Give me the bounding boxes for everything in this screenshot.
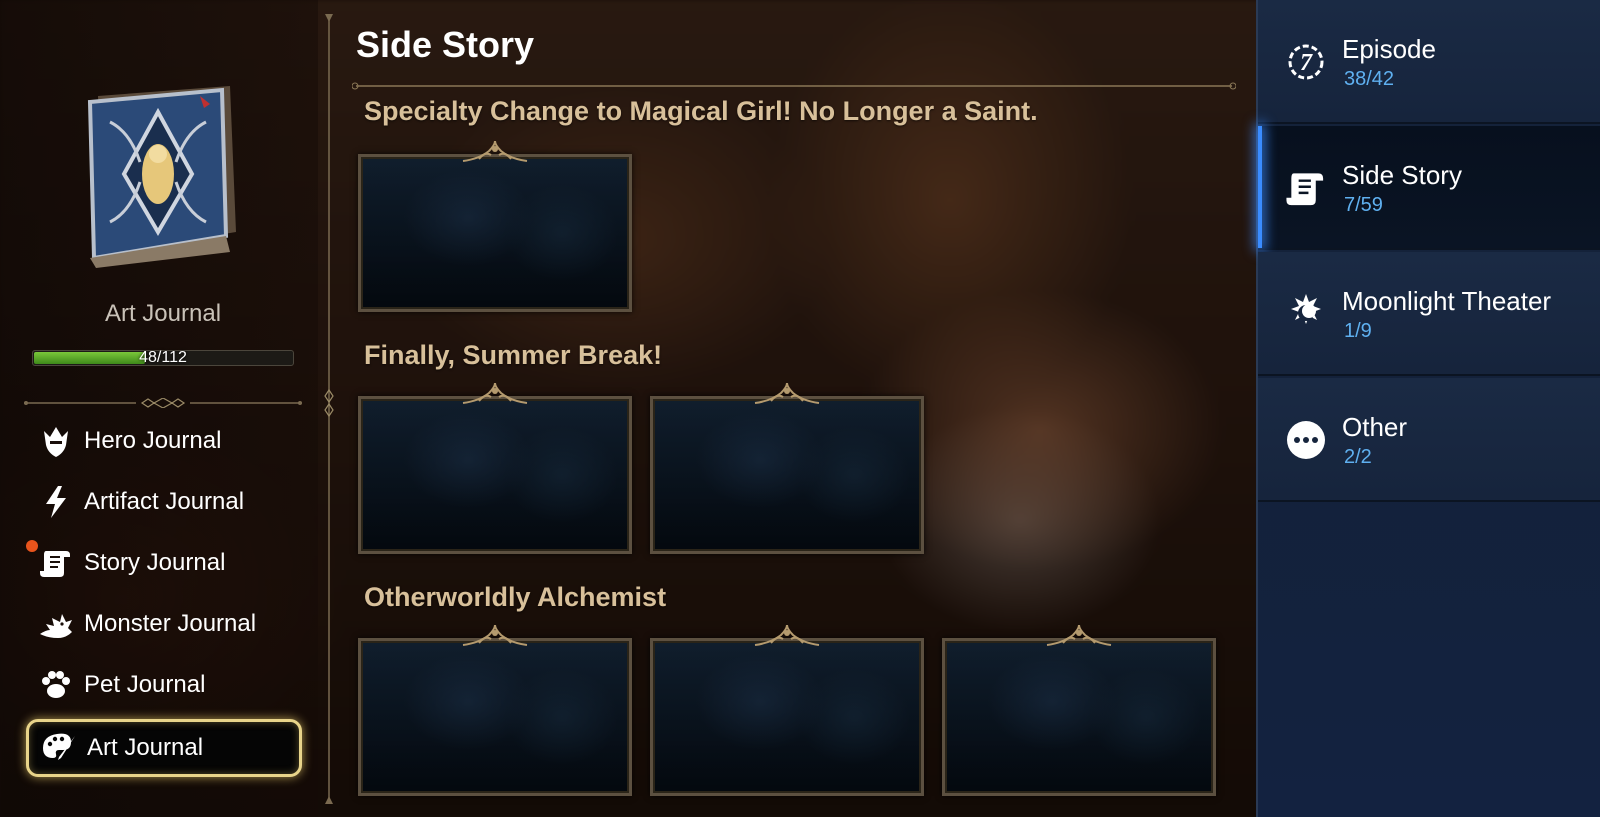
hero-helmet-icon <box>38 423 74 459</box>
nav-label: Story Journal <box>84 549 226 576</box>
nav-hero-journal[interactable]: Hero Journal <box>26 412 302 470</box>
journal-nav: Hero Journal Artifact Journal Story Jour… <box>26 412 302 780</box>
art-thumbnail[interactable] <box>650 383 924 554</box>
art-thumbnail[interactable] <box>358 141 632 312</box>
left-panel: Art Journal 48/112 Hero Journal Artifact… <box>0 0 318 817</box>
category-count: 1/9 <box>1344 320 1372 342</box>
ornament-crest-icon <box>754 625 820 646</box>
ornament-crest-icon <box>1046 625 1112 646</box>
category-label: Other <box>1342 412 1408 442</box>
category-side-story[interactable]: Side Story 7/59 <box>1258 126 1600 250</box>
ornament-vertical-divider <box>324 14 334 804</box>
nav-label: Artifact Journal <box>84 488 245 515</box>
paw-icon <box>38 667 74 703</box>
category-label: Side Story <box>1342 160 1462 190</box>
moon-sun-icon <box>1284 292 1328 336</box>
progress-text: 48/112 <box>139 349 187 366</box>
category-count: 7/59 <box>1344 194 1383 216</box>
category-other[interactable]: Other 2/2 <box>1258 378 1600 502</box>
ornament-crest-icon <box>462 625 528 646</box>
ornament-crest-icon <box>754 383 820 404</box>
more-dots-icon <box>1284 418 1328 462</box>
category-episode[interactable]: 7 Episode 38/42 <box>1258 0 1600 124</box>
category-panel: 7 Episode 38/42 Side Story 7/59 Moonligh… <box>1256 0 1600 817</box>
dragon-icon <box>38 606 74 642</box>
story-group-title: Otherworldly Alchemist <box>364 582 667 612</box>
title-underline <box>352 82 1236 90</box>
palette-icon <box>41 730 77 766</box>
nav-label: Monster Journal <box>84 610 257 637</box>
nav-story-journal[interactable]: Story Journal <box>26 534 302 592</box>
nav-art-journal[interactable]: Art Journal <box>26 719 302 777</box>
art-thumbnail[interactable] <box>942 625 1216 796</box>
journal-title: Art Journal <box>104 300 222 327</box>
scroll-icon <box>38 545 74 581</box>
art-thumbnail[interactable] <box>650 625 924 796</box>
category-count: 2/2 <box>1344 446 1372 468</box>
seven-emblem-icon: 7 <box>1284 40 1328 84</box>
story-group-title: Specialty Change to Magical Girl! No Lon… <box>364 96 1038 126</box>
nav-label: Art Journal <box>87 734 204 761</box>
ornament-crest-icon <box>462 383 528 404</box>
category-label: Episode <box>1342 34 1436 64</box>
scroll-icon <box>1284 166 1328 210</box>
nav-label: Hero Journal <box>84 427 222 454</box>
notification-badge <box>26 540 38 552</box>
ornament-crest-icon <box>462 141 528 162</box>
story-group-title: Finally, Summer Break! <box>364 340 663 370</box>
svg-text:7: 7 <box>1300 50 1313 76</box>
art-thumbnail[interactable] <box>358 625 632 796</box>
lightning-icon <box>38 484 74 520</box>
nav-label: Pet Journal <box>84 671 206 698</box>
nav-artifact-journal[interactable]: Artifact Journal <box>26 473 302 531</box>
art-thumbnail[interactable] <box>358 383 632 554</box>
nav-monster-journal[interactable]: Monster Journal <box>26 595 302 653</box>
nav-pet-journal[interactable]: Pet Journal <box>26 656 302 714</box>
ornament-divider <box>24 398 302 408</box>
category-label: Moonlight Theater <box>1342 286 1552 316</box>
art-journal-book-icon <box>87 86 236 268</box>
category-moonlight-theater[interactable]: Moonlight Theater 1/9 <box>1258 252 1600 376</box>
journal-progress-bar: 48/112 <box>32 349 294 366</box>
page-title: Side Story <box>356 24 535 65</box>
category-count: 38/42 <box>1344 68 1395 90</box>
